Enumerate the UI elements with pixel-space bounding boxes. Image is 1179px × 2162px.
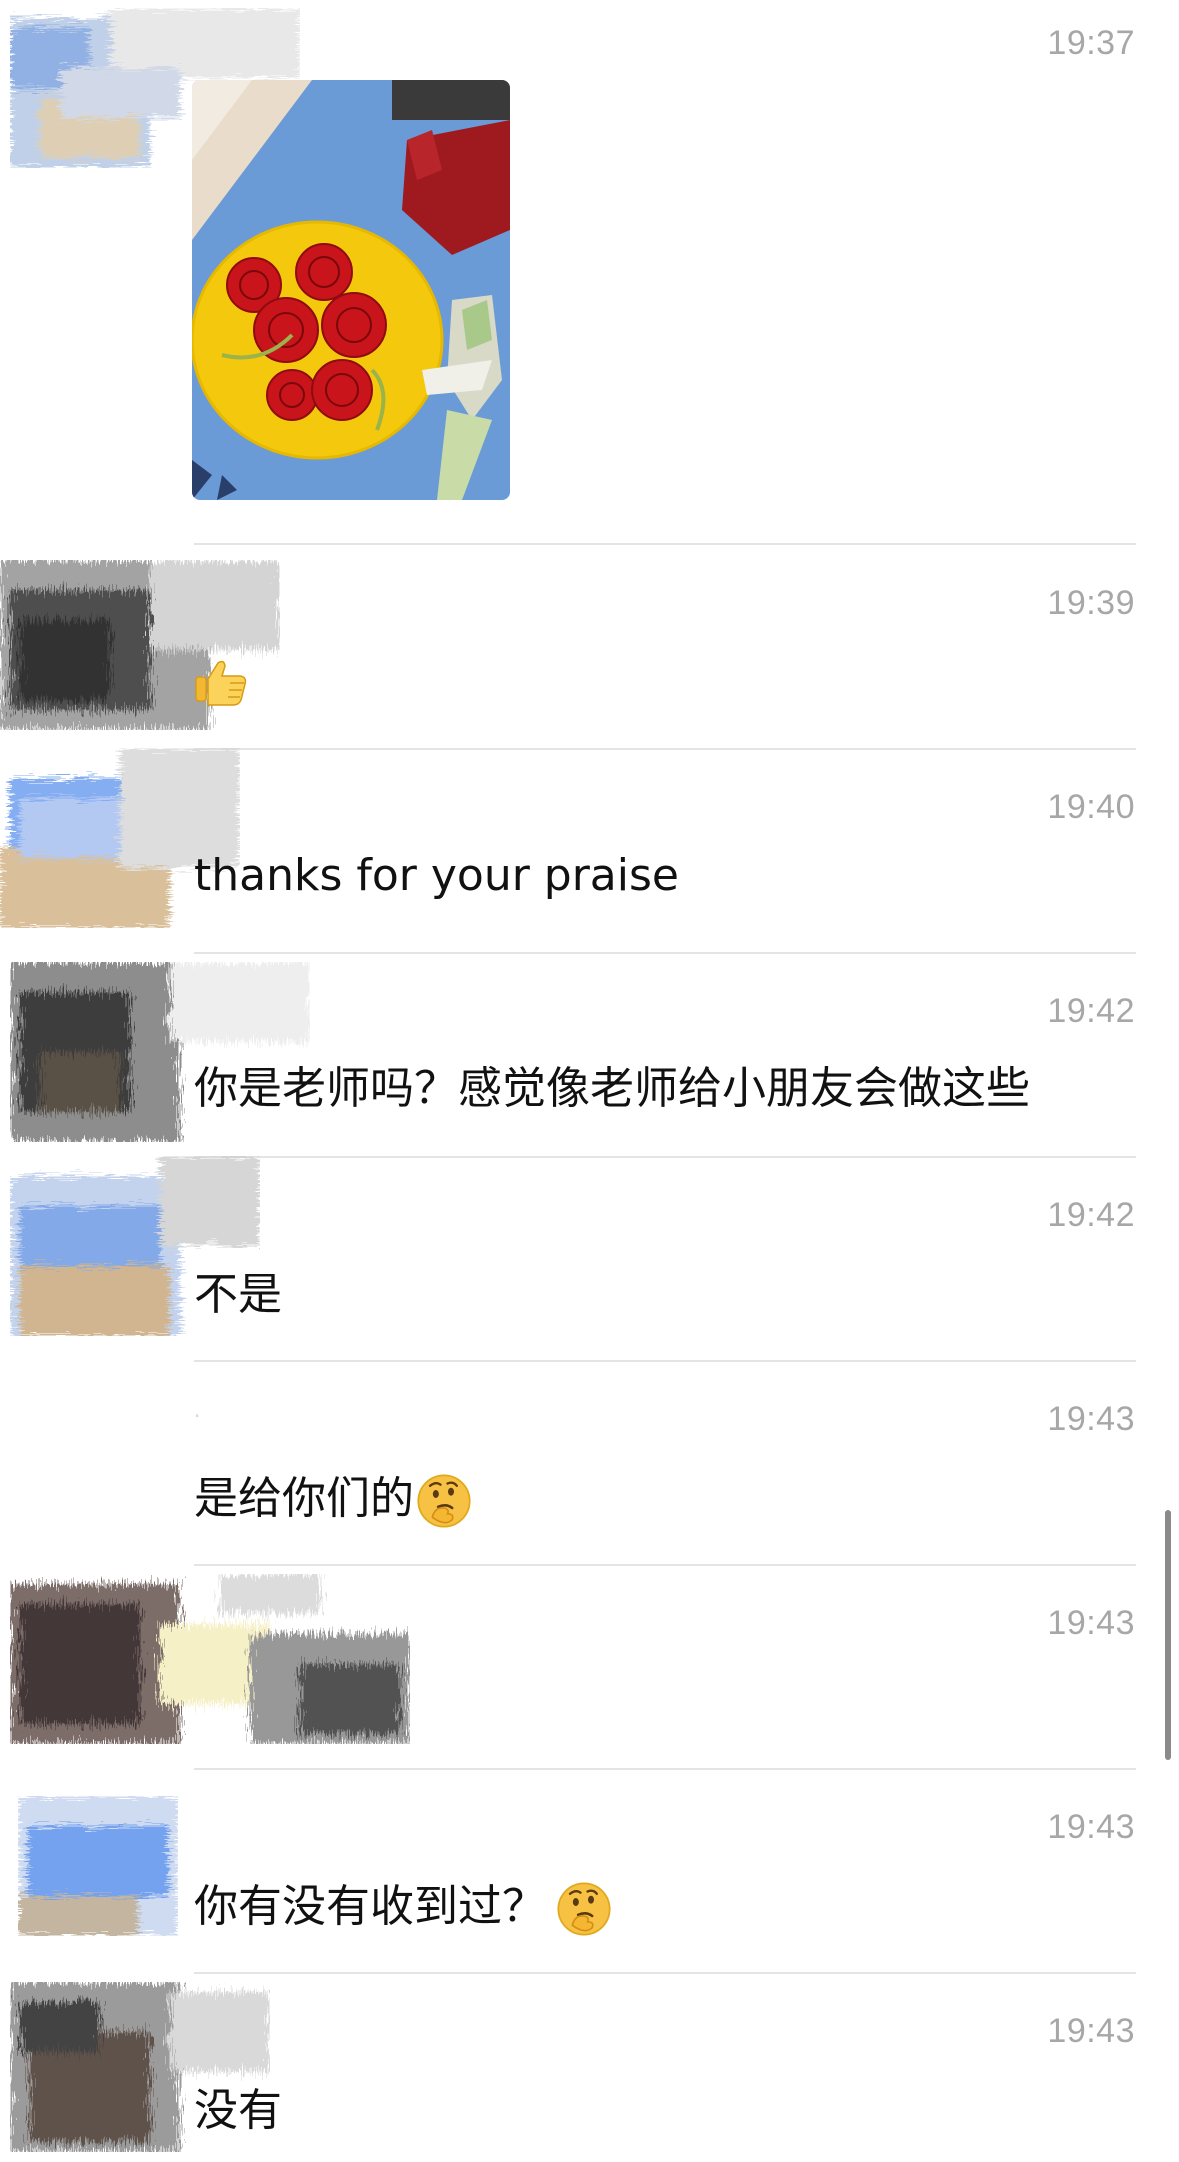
message-text: 是给你们的: [194, 1473, 414, 1524]
message-timestamp: 19:40: [1047, 788, 1135, 826]
chat-message: 19:43 没有: [0, 1972, 1179, 2162]
message-timestamp: 19:42: [1047, 992, 1135, 1030]
sender-name-faint: ·: [194, 1404, 201, 1428]
avatar[interactable]: [0, 550, 290, 740]
message-image[interactable]: [192, 80, 510, 500]
message-text: 不是: [194, 1269, 282, 1320]
thinking-face-icon: [557, 1882, 611, 1936]
message-timestamp: 19:43: [1047, 1604, 1135, 1642]
message-text-row: 是给你们的: [194, 1462, 472, 1529]
chat-message: 19:37: [0, 0, 1179, 545]
chat-message: 19:39: [0, 544, 1179, 750]
chat-message: 19:43 你有没有收到过？: [0, 1768, 1179, 1974]
scrollbar-thumb[interactable]: [1165, 1510, 1171, 1760]
thumbs-up-icon: [195, 660, 247, 706]
chat-message: 19:40 thanks for your praise: [0, 748, 1179, 954]
chat-message: 19:42 你是老师吗？感觉像老师给小朋友会做这些: [0, 952, 1179, 1158]
message-emoji: [194, 654, 254, 707]
message-timestamp: 19:43: [1047, 1808, 1135, 1846]
message-text: thanks for your praise: [194, 850, 679, 901]
message-text: 没有: [194, 2085, 282, 2136]
message-text: 你是老师吗？感觉像老师给小朋友会做这些: [194, 1063, 1030, 1114]
message-timestamp: 19:37: [1047, 24, 1135, 62]
avatar[interactable]: [10, 1370, 200, 1550]
chat-message: 19:43: [0, 1564, 1179, 1770]
message-timestamp: 19:43: [1047, 2012, 1135, 2050]
chat-message-list[interactable]: 19:37 19:39 19:40 thanks for your praise…: [0, 0, 1179, 2162]
avatar[interactable]: [0, 1564, 430, 1764]
thinking-face-icon: [417, 1474, 471, 1528]
message-text-row: 你有没有收到过？: [194, 1870, 612, 1937]
message-timestamp: 19:42: [1047, 1196, 1135, 1234]
message-text: 你有没有收到过？: [194, 1881, 546, 1932]
chat-message: · 19:43 是给你们的: [0, 1360, 1179, 1566]
avatar[interactable]: [0, 748, 250, 938]
chat-message: 19:42 不是: [0, 1156, 1179, 1362]
avatar[interactable]: [8, 1776, 198, 1956]
message-timestamp: 19:39: [1047, 584, 1135, 622]
message-timestamp: 19:43: [1047, 1400, 1135, 1438]
